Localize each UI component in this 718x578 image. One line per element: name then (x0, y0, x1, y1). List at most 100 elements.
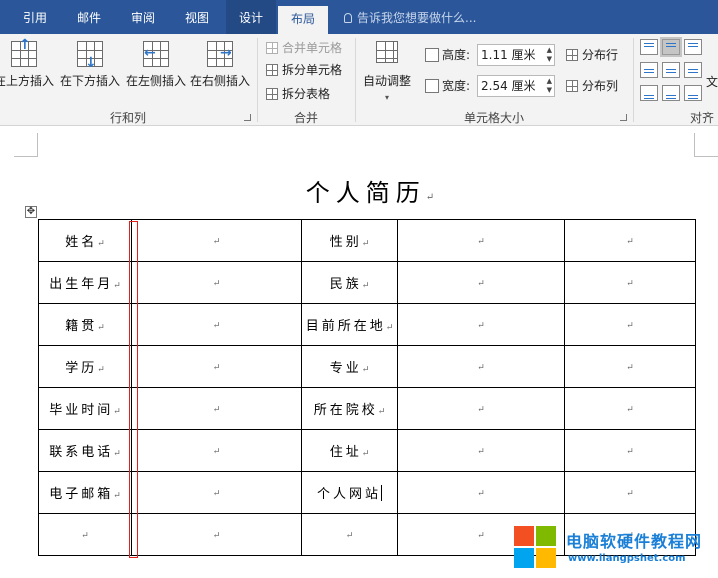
merge-cells-button[interactable]: 合并单元格 (266, 38, 342, 58)
table-cell[interactable]: 出生年月↵ (38, 261, 132, 304)
split-cells-label: 拆分单元格 (282, 63, 343, 77)
cell-end-mark: ↵ (212, 321, 221, 331)
table-cell[interactable]: ↵ (564, 387, 696, 430)
row-height-icon (425, 48, 439, 62)
table-cell[interactable]: ↵ (131, 513, 302, 556)
insert-right-button[interactable]: → 在右侧插入 (188, 40, 252, 89)
split-table-icon (266, 88, 278, 100)
tab-table-design[interactable]: 设计 (226, 0, 276, 34)
height-control: 高度: 1.11 厘米 ▲ ▼ (425, 44, 565, 66)
align-bottom-center-icon[interactable] (662, 85, 680, 101)
table-cell[interactable]: 姓名↵ (38, 219, 132, 262)
cell-end-mark: ↵ (477, 321, 485, 331)
table-cell[interactable]: 联系电话↵ (38, 429, 132, 472)
table-cell[interactable]: 籍贯↵ (38, 303, 132, 346)
table-cell[interactable]: 电子邮箱↵ (38, 471, 132, 514)
table-cell[interactable]: ↵ (397, 471, 565, 514)
cell-end-mark: ↵ (626, 489, 634, 499)
table-cell[interactable]: ↵ (301, 513, 398, 556)
tab-references[interactable]: 引用 (8, 0, 62, 34)
table-cell[interactable]: ↵ (131, 429, 302, 472)
table-cell[interactable]: 目前所在地↵ (301, 303, 398, 346)
cell-end-mark: ↵ (361, 239, 370, 249)
distribute-rows-button[interactable]: 分布行 (566, 45, 618, 65)
table-cell[interactable]: ↵ (397, 303, 565, 346)
align-middle-center-icon[interactable] (662, 62, 680, 78)
page-title[interactable]: 个人简历↵ (0, 173, 718, 208)
dialog-launcher-icon[interactable] (620, 114, 627, 121)
cell-text: 专业 (329, 361, 362, 376)
height-spinner[interactable]: ▲ ▼ (547, 46, 552, 64)
table-cell[interactable]: ↵ (397, 345, 565, 388)
align-top-left-icon[interactable] (640, 39, 658, 55)
table-cell[interactable]: ↵ (131, 219, 302, 262)
tell-me-box[interactable]: 告诉我您想要做什么... (344, 0, 476, 34)
text-cursor (381, 485, 382, 501)
table-cell[interactable]: ↵ (131, 303, 302, 346)
table-cell[interactable]: 专业↵ (301, 345, 398, 388)
insert-left-icon: ← (142, 40, 170, 68)
table-cell[interactable]: ↵ (564, 261, 696, 304)
cell-end-mark: ↵ (477, 237, 485, 247)
height-input[interactable]: 1.11 厘米 ▲ ▼ (477, 44, 555, 66)
cell-end-mark: ↵ (97, 239, 105, 249)
insert-above-button[interactable]: ↑ 在上方插入 (0, 38, 56, 89)
width-input[interactable]: 2.54 厘米 ▲ ▼ (477, 75, 555, 97)
tab-table-layout[interactable]: 布局 (278, 6, 328, 34)
table-cell[interactable]: 民族↵ (301, 261, 398, 304)
table-cell[interactable]: ↵ (397, 261, 565, 304)
table-cell[interactable]: ↵ (38, 513, 132, 556)
table-cell[interactable]: ↵ (131, 387, 302, 430)
table-move-handle-icon[interactable]: ✥ (25, 206, 37, 218)
table-cell[interactable]: ↵ (397, 219, 565, 262)
width-label: 宽度: (442, 79, 471, 93)
table-cell[interactable]: ↵ (397, 429, 565, 472)
split-cells-button[interactable]: 拆分单元格 (266, 60, 342, 80)
table-cell[interactable]: 性别↵ (301, 219, 398, 262)
width-spinner[interactable]: ▲ ▼ (547, 77, 552, 95)
tab-view[interactable]: 视图 (170, 0, 224, 34)
split-table-button[interactable]: 拆分表格 (266, 84, 330, 104)
insert-below-button[interactable]: ↓ 在下方插入 (58, 40, 122, 89)
cell-end-mark: ↵ (212, 279, 221, 289)
autofit-button[interactable]: 自动调整 ▾ (358, 40, 416, 103)
cell-end-mark: ↵ (212, 489, 221, 499)
table-cell[interactable]: ↵ (131, 471, 302, 514)
table-cell[interactable]: ↵ (564, 345, 696, 388)
insert-left-button[interactable]: ← 在左侧插入 (124, 40, 188, 89)
table-cell[interactable]: ↵ (564, 303, 696, 346)
tab-mailings[interactable]: 邮件 (62, 0, 116, 34)
tell-me-text: 告诉我您想要做什么... (357, 11, 477, 25)
align-top-right-icon[interactable] (684, 39, 702, 55)
table-cell[interactable]: ↵ (131, 261, 302, 304)
align-bottom-left-icon[interactable] (640, 85, 658, 101)
paragraph-mark: ↵ (425, 192, 435, 203)
cell-text: 毕业时间 (49, 403, 114, 418)
table-cell[interactable]: ↵ (564, 429, 696, 472)
distribute-cols-button[interactable]: 分布列 (566, 76, 618, 96)
table-cell[interactable]: 所在院校↵ (301, 387, 398, 430)
align-top-center-icon[interactable] (660, 37, 682, 57)
crop-mark (14, 133, 38, 157)
cell-end-mark: ↵ (361, 449, 370, 459)
table-cell[interactable]: ↵ (131, 345, 302, 388)
cell-end-mark: ↵ (212, 363, 221, 373)
align-bottom-right-icon[interactable] (684, 85, 702, 101)
table-cell[interactable]: ↵ (564, 219, 696, 262)
table-cell[interactable]: 学历↵ (38, 345, 132, 388)
height-value: 1.11 厘米 (481, 48, 536, 62)
align-middle-right-icon[interactable] (684, 62, 702, 78)
autofit-icon (373, 40, 401, 68)
cell-end-mark: ↵ (626, 321, 634, 331)
align-middle-left-icon[interactable] (640, 62, 658, 78)
table-cell[interactable]: 个人网站 (301, 471, 398, 514)
windows-logo-icon (514, 526, 558, 570)
table-cell[interactable]: 毕业时间↵ (38, 387, 132, 430)
table-cell[interactable]: ↵ (564, 471, 696, 514)
table-cell[interactable]: 住址↵ (301, 429, 398, 472)
table-cell[interactable]: ↵ (397, 387, 565, 430)
dialog-launcher-icon[interactable] (244, 114, 251, 121)
cell-text: 性别 (329, 235, 362, 250)
tab-review[interactable]: 审阅 (116, 0, 170, 34)
text-direction-button[interactable]: 文 (706, 72, 718, 92)
